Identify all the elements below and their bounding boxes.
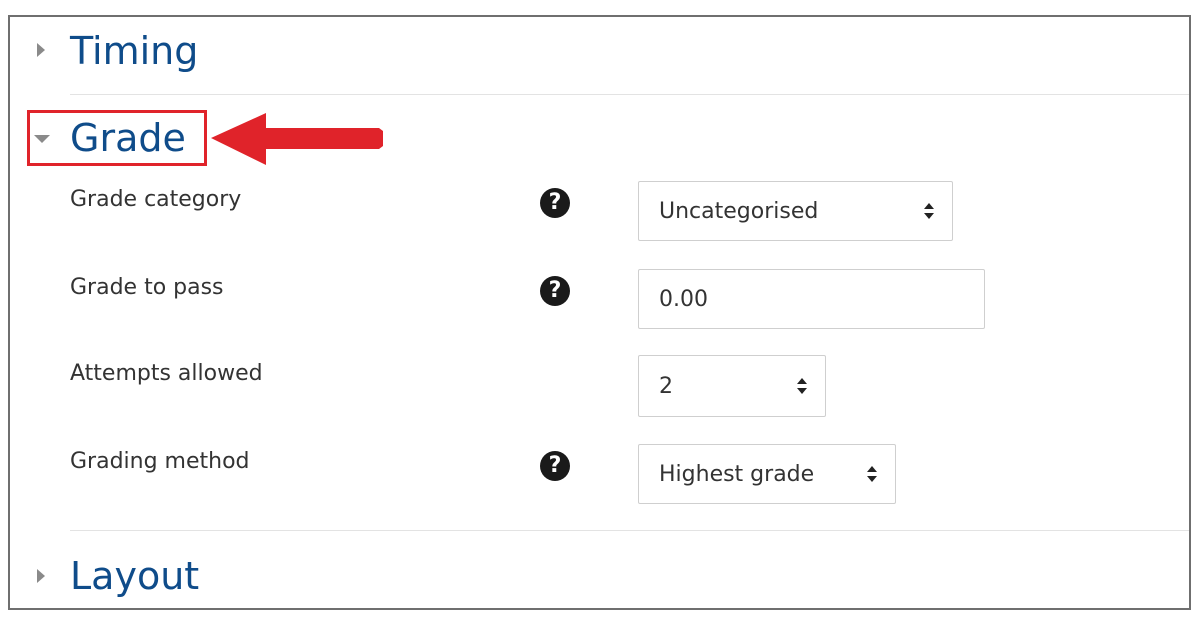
settings-panel: Timing Grade Grade category ? Uncategori…: [8, 15, 1191, 610]
annotation-arrow-icon: [211, 113, 383, 165]
select-updown-icon: [797, 378, 807, 394]
question-circle-icon[interactable]: ?: [540, 276, 570, 306]
caret-right-icon[interactable]: [37, 43, 45, 57]
caret-right-icon[interactable]: [37, 569, 45, 583]
grade-to-pass-input[interactable]: 0.00: [638, 269, 985, 329]
select-updown-icon: [924, 203, 934, 219]
attempts-allowed-label: Attempts allowed: [70, 361, 263, 386]
attempts-allowed-select[interactable]: 2: [638, 355, 826, 417]
grading-method-select[interactable]: Highest grade: [638, 444, 896, 504]
section-title-layout[interactable]: Layout: [70, 557, 199, 595]
grade-to-pass-label: Grade to pass: [70, 275, 224, 300]
grade-to-pass-value: 0.00: [659, 286, 708, 312]
grade-category-label: Grade category: [70, 187, 242, 212]
section-divider: [70, 94, 1189, 95]
grading-method-value: Highest grade: [659, 461, 815, 487]
grade-category-select[interactable]: Uncategorised: [638, 181, 953, 241]
attempts-allowed-value: 2: [659, 373, 673, 399]
question-circle-icon[interactable]: ?: [540, 188, 570, 218]
annotation-highlight-box: [27, 110, 207, 166]
grading-method-label: Grading method: [70, 449, 250, 474]
grade-category-value: Uncategorised: [659, 198, 819, 224]
select-updown-icon: [867, 466, 877, 482]
section-title-timing[interactable]: Timing: [70, 32, 198, 70]
question-circle-icon[interactable]: ?: [540, 451, 570, 481]
section-divider: [70, 530, 1189, 531]
